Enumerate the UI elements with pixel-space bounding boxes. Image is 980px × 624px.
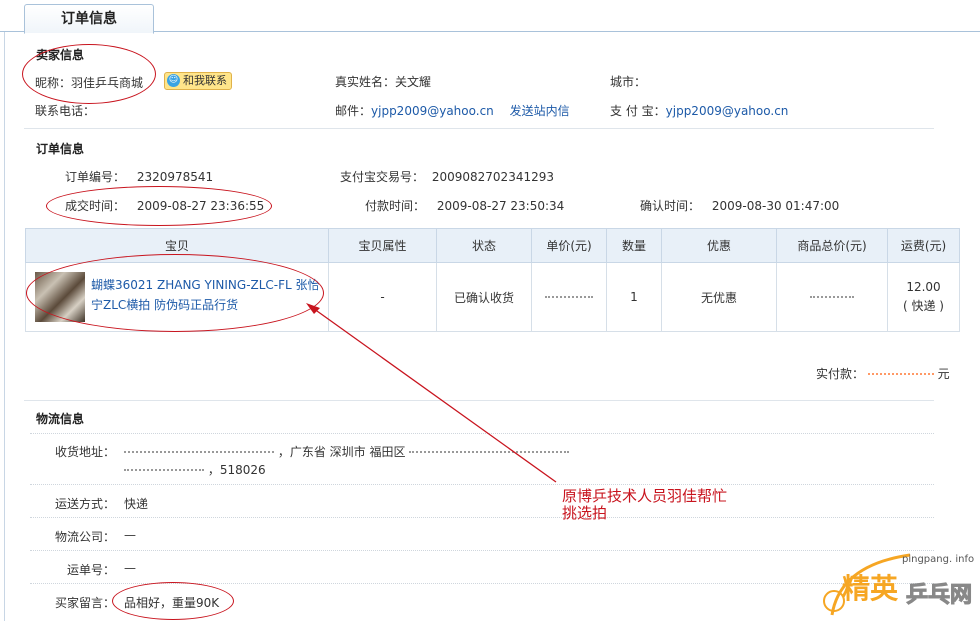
watermark-brand-b: 乒乓网	[905, 583, 973, 609]
watermark-logo: pingpang. info 精英 乒乓网	[820, 545, 980, 621]
watermark-brand-a: 精英	[842, 572, 899, 605]
annotation-text-line1: 原博乒技术人员羽佳帮忙	[562, 487, 728, 505]
annotation-text-line2: 挑选拍	[562, 504, 608, 522]
annotation-arrow	[306, 303, 557, 483]
watermark-site: pingpang. info	[902, 554, 975, 565]
